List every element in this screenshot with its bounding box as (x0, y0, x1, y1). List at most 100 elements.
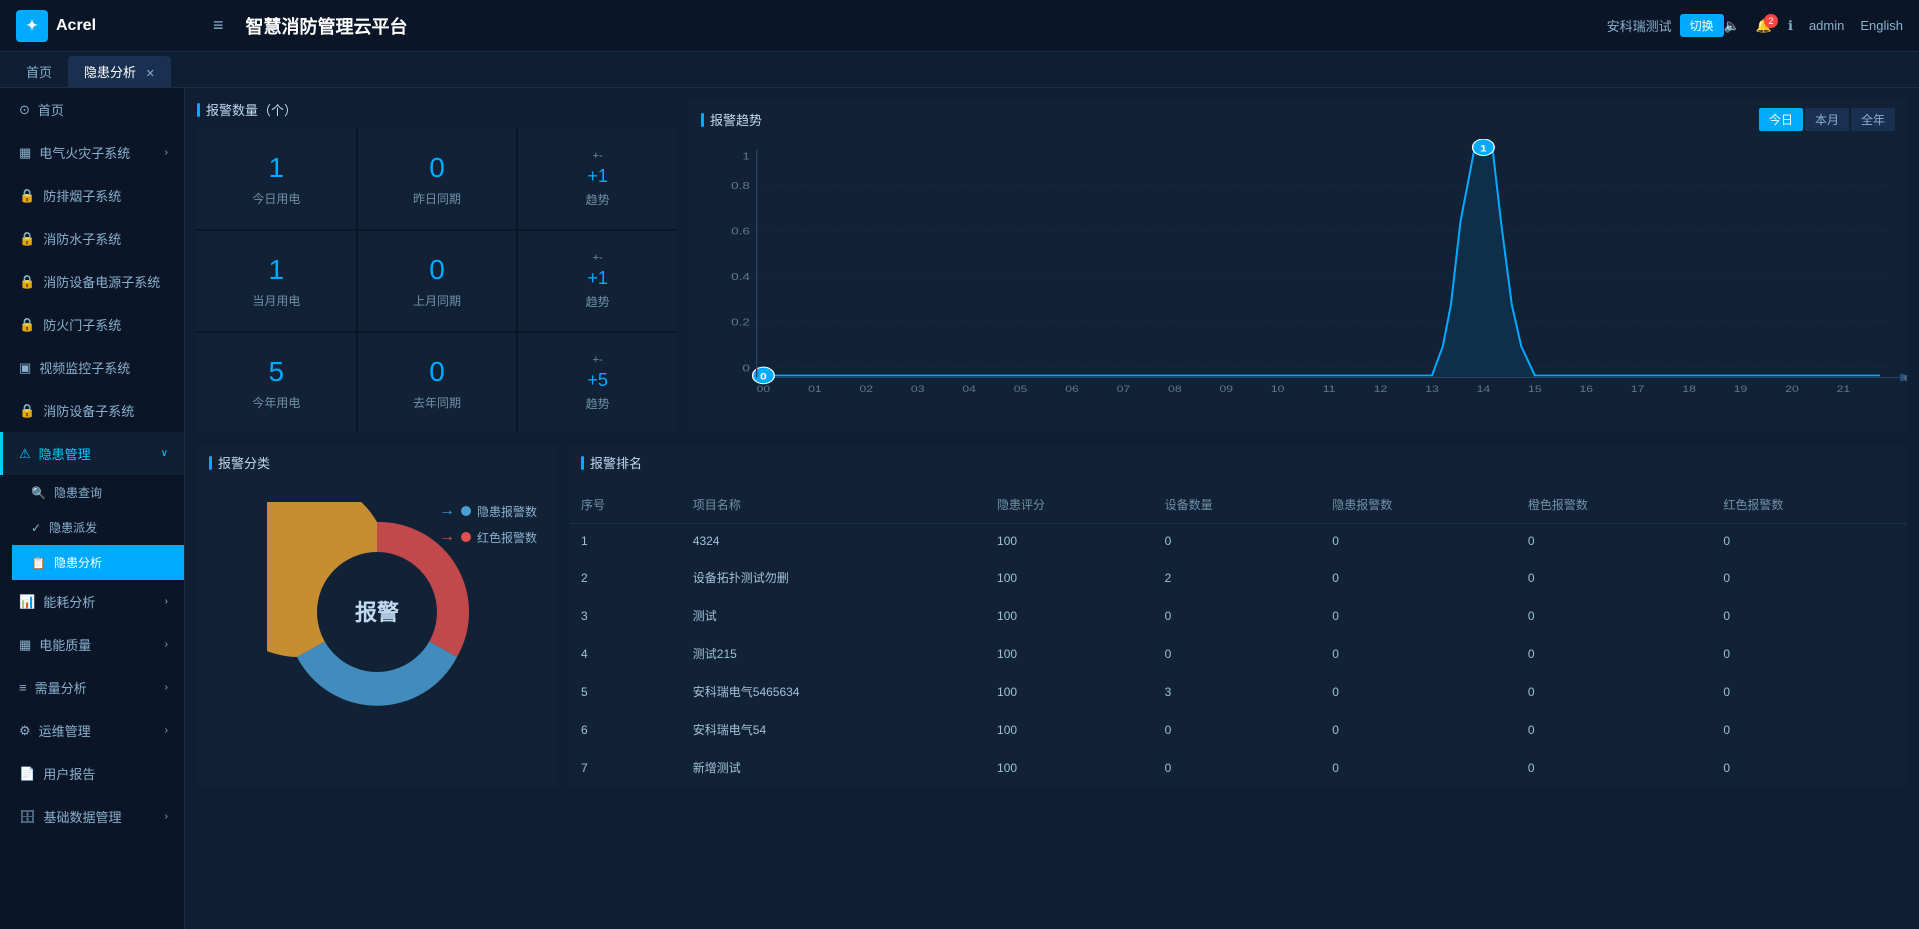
table-row: 7新增测试1000000 (569, 749, 1907, 787)
table-cell-orange: 0 (1516, 673, 1712, 711)
sidebar-item-energy[interactable]: 📊 能耗分析 › (0, 580, 184, 623)
stat-yesterday-value: 0 (429, 152, 445, 184)
notification-bell[interactable]: 🔔 2 (1756, 18, 1772, 34)
menu-icon[interactable]: ≡ (201, 15, 236, 36)
table-cell-hidden: 0 (1320, 673, 1516, 711)
sidebar-item-electrical-fire[interactable]: ▦ 电气火灾子系统 › (0, 131, 184, 174)
svg-text:12: 12 (1374, 384, 1388, 394)
sidebar-item-hidden-analysis[interactable]: 📋 隐患分析 (12, 545, 184, 580)
trend-day-diff: +- (593, 150, 603, 162)
legend-item-hidden: → 隐患报警数 (439, 502, 537, 520)
table-cell-red: 0 (1711, 597, 1907, 635)
trend-day-label: 趋势 (586, 191, 610, 208)
table-cell-score: 100 (985, 559, 1153, 597)
table-row: 3测试1000000 (569, 597, 1907, 635)
stat-month: 1 当月用电 (197, 231, 356, 331)
check-icon: ✓ (31, 521, 41, 535)
svg-text:18: 18 (1682, 384, 1696, 394)
table-cell-red: 0 (1711, 673, 1907, 711)
sidebar-item-fire-door[interactable]: 🔒 防火门子系统 (0, 303, 184, 346)
header-title: 智慧消防管理云平台 (236, 13, 1607, 39)
sidebar-item-water[interactable]: 🔒 消防水子系统 (0, 217, 184, 260)
stat-month-label: 当月用电 (252, 292, 300, 309)
table-row: 143241000000 (569, 524, 1907, 559)
info-icon[interactable]: ℹ (1788, 18, 1793, 34)
trend-year-label: 趋势 (586, 395, 610, 412)
sidebar-item-basic-data[interactable]: 🗄 基础数据管理 › (0, 795, 184, 838)
sidebar-item-power[interactable]: 🔒 消防设备电源子系统 (0, 260, 184, 303)
table-cell-score: 100 (985, 673, 1153, 711)
legend-label-hidden: 隐患报警数 (477, 503, 537, 520)
table-cell-index: 3 (569, 597, 681, 635)
sidebar-item-smoke[interactable]: 🔒 防排烟子系统 (0, 174, 184, 217)
table-cell-red: 0 (1711, 559, 1907, 597)
trend-year-diff: +- (593, 354, 603, 366)
stat-last-year-label: 去年同期 (413, 394, 461, 411)
svg-text:02: 02 (860, 384, 874, 394)
legend-arrow-hidden: → (439, 502, 455, 520)
time-btn-month[interactable]: 本月 (1805, 108, 1849, 131)
svg-text:0.2: 0.2 (731, 316, 750, 328)
sidebar-item-home[interactable]: ⊙ 首页 (0, 88, 184, 131)
sidebar-item-video[interactable]: ▣ 视频监控子系统 (0, 346, 184, 389)
svg-text:1: 1 (1480, 144, 1487, 154)
ranking-table-header: 序号 项目名称 隐患评分 设备数量 隐患报警数 橙色报警数 红色报警数 (569, 486, 1907, 524)
sidebar-item-hidden-dispatch[interactable]: ✓ 隐患派发 (12, 510, 184, 545)
table-cell-devices: 2 (1153, 559, 1321, 597)
table-row: 6安科瑞电气541000000 (569, 711, 1907, 749)
table-cell-hidden: 0 (1320, 749, 1516, 787)
classify-panel: 报警分类 → 隐患报警数 → 红色报警数 (197, 445, 557, 787)
report-icon: 📄 (19, 766, 35, 782)
speaker-icon[interactable]: 🔈 (1724, 18, 1740, 34)
svg-text:03: 03 (911, 384, 925, 394)
table-cell-name: 设备拓扑测试勿删 (681, 559, 985, 597)
language-label[interactable]: English (1860, 18, 1903, 33)
lock-icon: ▦ (19, 145, 31, 161)
sidebar-item-power-quality[interactable]: ▦ 电能质量 › (0, 623, 184, 666)
sidebar-item-user-report[interactable]: 📄 用户报告 (0, 752, 184, 795)
table-cell-red: 0 (1711, 524, 1907, 559)
stat-today: 1 今日用电 (197, 129, 356, 229)
stat-today-value: 1 (269, 152, 285, 184)
top-header: ✦ Acrel ≡ 智慧消防管理云平台 安科瑞测试 切换 🔈 🔔 2 ℹ adm… (0, 0, 1919, 52)
sidebar-item-ops[interactable]: ⚙ 运维管理 › (0, 709, 184, 752)
content-area: 报警数量（个） 1 今日用电 0 昨日同期 +- +1 趋势 (185, 88, 1919, 929)
chevron-right-icon-5: › (165, 725, 168, 736)
table-cell-red: 0 (1711, 749, 1907, 787)
sidebar-sub-hidden: 🔍 隐患查询 ✓ 隐患派发 📋 隐患分析 (0, 475, 184, 580)
sidebar-item-fire-equip[interactable]: 🔒 消防设备子系统 (0, 389, 184, 432)
table-row: 4测试2151000000 (569, 635, 1907, 673)
sidebar-item-hidden-query[interactable]: 🔍 隐患查询 (12, 475, 184, 510)
tab-analysis[interactable]: 隐患分析 ✕ (68, 56, 171, 87)
svg-text:0.05: 0.05 (1904, 374, 1907, 384)
tab-close-icon[interactable]: ✕ (146, 68, 155, 80)
stat-yesterday-label: 昨日同期 (413, 190, 461, 207)
logo-icon: ✦ (16, 10, 48, 42)
tab-home[interactable]: 首页 (10, 56, 68, 87)
trend-day: +- +1 趋势 (518, 129, 677, 229)
chevron-right-icon-3: › (165, 639, 168, 650)
table-cell-orange: 0 (1516, 749, 1712, 787)
sidebar-item-hidden-mgmt[interactable]: ⚠ 隐患管理 ∨ (0, 432, 184, 475)
stat-year: 5 今年用电 (197, 333, 356, 433)
col-score: 隐患评分 (985, 486, 1153, 524)
time-btn-year[interactable]: 全年 (1851, 108, 1895, 131)
stats-panel: 报警数量（个） 1 今日用电 0 昨日同期 +- +1 趋势 (197, 100, 677, 433)
table-cell-orange: 0 (1516, 524, 1712, 559)
trend-year: +- +5 趋势 (518, 333, 677, 433)
time-btn-today[interactable]: 今日 (1759, 108, 1803, 131)
lock-icon-2: 🔒 (19, 188, 35, 204)
sidebar: ⊙ 首页 ▦ 电气火灾子系统 › 🔒 防排烟子系统 🔒 消防水子系统 🔒 消防设… (0, 88, 185, 929)
col-orange: 橙色报警数 (1516, 486, 1712, 524)
svg-text:06: 06 (1065, 384, 1079, 394)
donut-container: → 隐患报警数 → 红色报警数 (197, 482, 557, 742)
table-row: 2设备拓扑测试勿删1002000 (569, 559, 1907, 597)
legend-label-red: 红色报警数 (477, 529, 537, 546)
svg-text:0.6: 0.6 (731, 225, 750, 237)
sidebar-item-demand[interactable]: ≡ 需量分析 › (0, 666, 184, 709)
switch-button[interactable]: 切换 (1680, 14, 1724, 37)
ranking-panel: 报警排名 序号 项目名称 隐患评分 设备数量 隐患报警数 橙色报警数 红色报警数 (569, 445, 1907, 787)
gear-icon: ⚙ (19, 723, 31, 739)
table-cell-score: 100 (985, 597, 1153, 635)
table-cell-name: 安科瑞电气5465634 (681, 673, 985, 711)
